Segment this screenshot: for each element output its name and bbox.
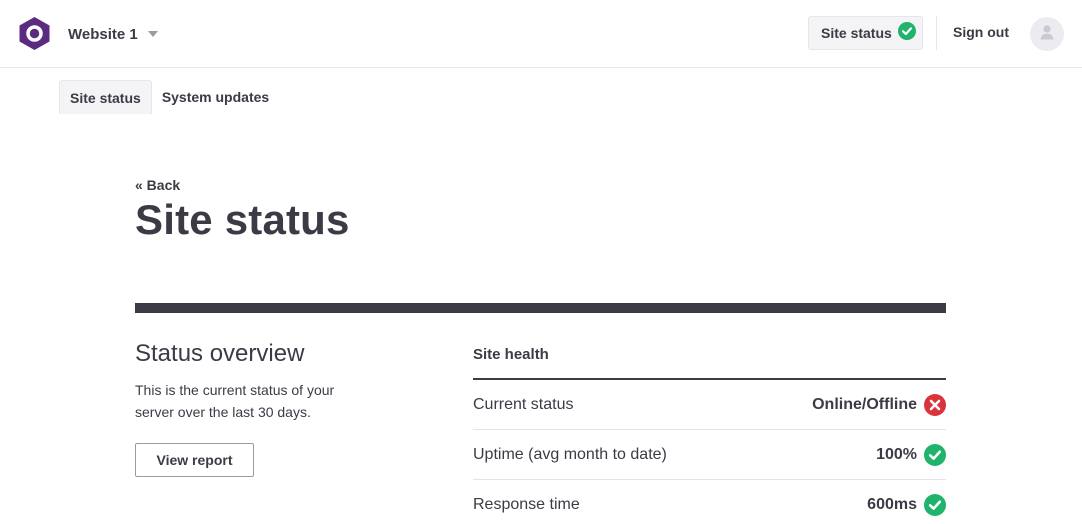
health-row-label: Uptime (avg month to date) xyxy=(473,445,667,463)
site-health-panel: Site health Current status Online/Offlin… xyxy=(473,340,946,524)
view-report-button[interactable]: View report xyxy=(135,443,254,477)
tab-site-status[interactable]: Site status xyxy=(59,80,152,114)
sub-navigation-tabs: Site status System updates xyxy=(59,80,279,114)
health-row-uptime: Uptime (avg month to date) 100% xyxy=(473,430,946,480)
x-circle-icon xyxy=(924,393,946,416)
check-circle-icon xyxy=(924,443,946,466)
back-link[interactable]: « Back xyxy=(135,177,180,193)
check-circle-icon xyxy=(924,493,946,516)
section-divider xyxy=(135,303,946,313)
page-title: Site status xyxy=(135,196,350,243)
health-row-label: Response time xyxy=(473,495,580,513)
user-avatar[interactable] xyxy=(1030,17,1064,51)
chevron-down-icon xyxy=(147,31,158,37)
site-status-button[interactable]: Site status xyxy=(808,16,923,50)
health-row-current-status: Current status Online/Offline xyxy=(473,380,946,430)
health-row-value: 600ms xyxy=(867,495,917,513)
brand-logo-icon[interactable] xyxy=(18,16,51,51)
site-health-heading: Site health xyxy=(473,340,946,380)
header-divider xyxy=(936,16,937,50)
site-selector-label: Website 1 xyxy=(68,25,138,43)
status-overview-description: This is the current status of your serve… xyxy=(135,382,335,420)
health-row-response-time: Response time 600ms xyxy=(473,480,946,524)
check-circle-icon xyxy=(897,21,916,45)
health-row-value: Online/Offline xyxy=(812,395,917,413)
status-overview-heading: Status overview xyxy=(135,340,305,367)
health-row-label: Current status xyxy=(473,395,574,413)
sign-out-link[interactable]: Sign out xyxy=(953,24,1009,40)
user-icon xyxy=(1038,23,1056,46)
health-row-value: 100% xyxy=(876,445,917,463)
top-navigation-bar: Website 1 Site status Sign out xyxy=(0,0,1082,68)
site-status-button-label: Site status xyxy=(821,25,892,41)
site-selector-dropdown[interactable]: Website 1 xyxy=(68,22,158,46)
tab-system-updates[interactable]: System updates xyxy=(152,80,279,114)
